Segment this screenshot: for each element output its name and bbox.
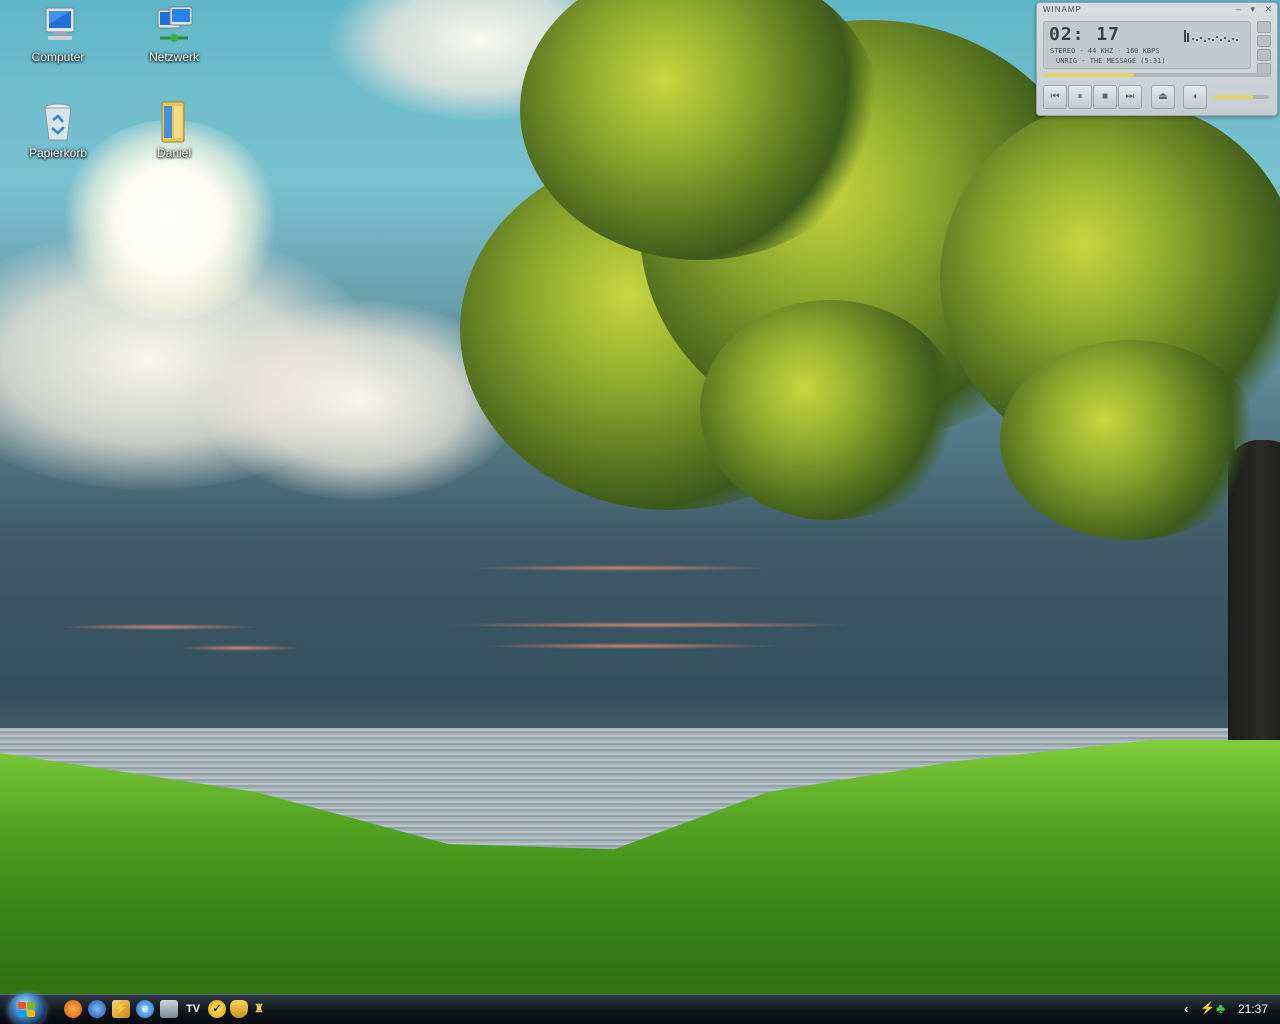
minimize-icon[interactable]: – bbox=[1236, 4, 1242, 14]
windows-flag-icon bbox=[18, 1002, 36, 1018]
winamp-side-buttons bbox=[1257, 21, 1271, 75]
desktop-icon-label: Papierkorb bbox=[28, 146, 88, 160]
desktop-icon-recycle-bin[interactable]: Papierkorb bbox=[18, 100, 98, 160]
shield-icon[interactable] bbox=[230, 1000, 248, 1018]
volume-fill bbox=[1213, 95, 1254, 99]
stream-info: STEREO - 44 KHZ - 160 KBPS bbox=[1050, 47, 1160, 55]
cloud-streak bbox=[60, 624, 260, 630]
system-tray: ‹ ⚡ ♣ 21:37 bbox=[1180, 995, 1280, 1024]
network-icon bbox=[152, 4, 196, 48]
winamp-icon[interactable]: ⚡ bbox=[112, 1000, 130, 1018]
desktop-icon-network[interactable]: Netzwerk bbox=[134, 4, 214, 64]
clock[interactable]: 21:37 bbox=[1238, 1002, 1268, 1016]
recycle-bin-icon bbox=[36, 100, 80, 144]
cloud-streak bbox=[480, 643, 780, 649]
shade-icon[interactable]: ▾ bbox=[1250, 4, 1256, 14]
winamp-tray-icon[interactable]: ⚡ bbox=[1200, 1001, 1215, 1015]
playback-time[interactable]: 02: 17 bbox=[1049, 24, 1120, 45]
close-icon[interactable]: ✕ bbox=[1264, 4, 1273, 14]
desktop-icon-computer[interactable]: Computer bbox=[18, 4, 98, 64]
internet-explorer-icon[interactable]: e bbox=[136, 1000, 154, 1018]
firefox-icon[interactable] bbox=[64, 1000, 82, 1018]
trophy-icon[interactable]: ♜ bbox=[250, 1000, 268, 1018]
stop-icon[interactable]: ■ bbox=[1093, 85, 1117, 109]
winamp-titlebar[interactable]: WINAMP – ▾ ✕ bbox=[1037, 3, 1277, 21]
desktop-icon-label: Netzwerk bbox=[148, 50, 199, 64]
desktop-icon-label: Computer bbox=[31, 50, 85, 64]
cloud-streak bbox=[180, 645, 300, 651]
track-title[interactable]: UNRIG - THE MESSAGE (5:31) bbox=[1056, 57, 1166, 65]
previous-icon[interactable]: ⏮ bbox=[1043, 85, 1067, 109]
pause-icon[interactable]: ⏸ bbox=[1068, 85, 1092, 109]
clover-icon[interactable]: ♣ bbox=[1216, 1000, 1225, 1016]
thunderbird-icon[interactable] bbox=[88, 1000, 106, 1018]
winamp-controls: ⏮ ⏸ ■ ⏭ ⏏ ◖ bbox=[1041, 83, 1273, 111]
desktop-icon-user-folder[interactable]: Daniel bbox=[134, 100, 214, 160]
options-button[interactable] bbox=[1257, 49, 1271, 61]
volume-slider[interactable] bbox=[1213, 95, 1269, 99]
winamp-player[interactable]: WINAMP – ▾ ✕ 02: 17 STEREO - 44 KHZ - 16… bbox=[1036, 2, 1278, 116]
visualizer[interactable] bbox=[1184, 28, 1244, 42]
winamp-display: 02: 17 STEREO - 44 KHZ - 160 KBPS UNRIG … bbox=[1043, 21, 1251, 69]
norton-icon[interactable]: ✓ bbox=[208, 1000, 226, 1018]
windows-start-orb-icon[interactable] bbox=[8, 993, 46, 1024]
desktop-icon[interactable] bbox=[160, 1000, 178, 1018]
tree-foliage bbox=[700, 300, 960, 520]
tv-icon[interactable]: TV bbox=[184, 1000, 202, 1018]
seek-bar-fill bbox=[1043, 73, 1135, 77]
desktop-icon-label: Daniel bbox=[156, 146, 192, 160]
seek-bar[interactable] bbox=[1043, 73, 1271, 77]
speaker-icon[interactable]: ◖ bbox=[1183, 85, 1207, 109]
eject-icon[interactable]: ⏏ bbox=[1151, 85, 1175, 109]
eq-toggle-button[interactable] bbox=[1257, 21, 1271, 33]
cloud-streak bbox=[440, 622, 860, 628]
tree-foliage bbox=[1000, 340, 1260, 540]
next-icon[interactable]: ⏭ bbox=[1118, 85, 1142, 109]
cloud-streak bbox=[470, 565, 770, 571]
taskbar: ⚡ e TV ✓ ♜ ‹ ⚡ ♣ 21:37 bbox=[0, 993, 1280, 1024]
winamp-title: WINAMP bbox=[1043, 5, 1082, 14]
playlist-toggle-button[interactable] bbox=[1257, 35, 1271, 47]
computer-icon bbox=[36, 4, 80, 48]
user-folder-icon bbox=[152, 100, 196, 144]
chevron-left-icon[interactable]: ‹ bbox=[1184, 1001, 1188, 1016]
